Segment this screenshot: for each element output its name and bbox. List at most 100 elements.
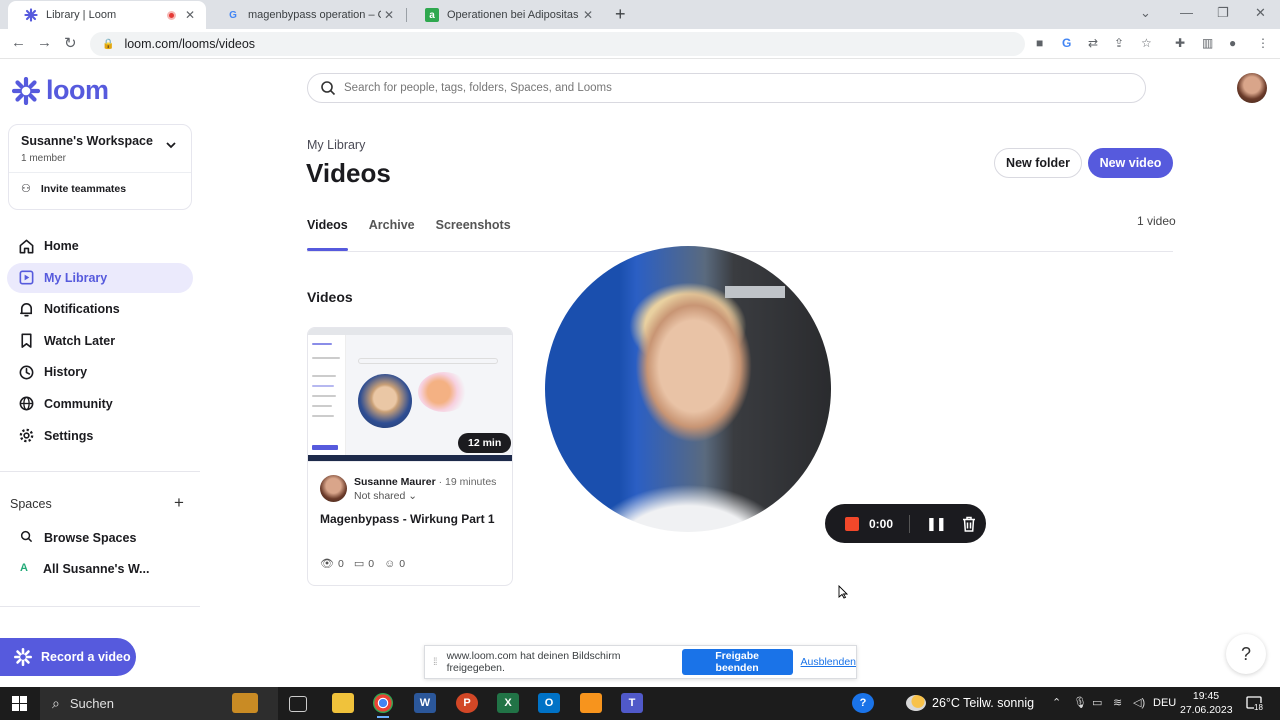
workspace-name: Susanne's Workspace	[21, 134, 153, 148]
space-avatar: A	[20, 562, 28, 574]
tab-archive[interactable]: Archive	[369, 218, 415, 251]
sidebar-item-browse-spaces[interactable]: Browse Spaces	[20, 530, 136, 546]
loom-favicon-icon	[24, 8, 38, 22]
translate-icon[interactable]: ⇄	[1088, 36, 1098, 50]
sidebar-item-my-library[interactable]: My Library	[7, 262, 193, 293]
wifi-icon[interactable]: ≋	[1113, 696, 1122, 709]
search-bar[interactable]	[307, 73, 1146, 103]
sidebar-item-watch-later[interactable]: Watch Later	[7, 326, 193, 356]
browser-tab-adipositas[interactable]: a Operationen bei Adipositas (kran ✕	[409, 1, 604, 29]
file-explorer-icon[interactable]	[332, 693, 354, 713]
side-panel-icon[interactable]: ▥	[1202, 36, 1213, 50]
video-title[interactable]: Magenbypass - Wirkung Part 1	[320, 512, 495, 526]
tabs-divider	[307, 251, 1173, 252]
tray-expand-icon[interactable]: ⌃	[1052, 696, 1061, 709]
excel-icon[interactable]: X	[497, 693, 519, 713]
camera-bubble[interactable]	[545, 246, 831, 532]
search-input[interactable]	[344, 82, 1104, 94]
windows-start-icon[interactable]	[12, 696, 27, 711]
briefcase-icon[interactable]	[232, 693, 258, 713]
control-separator	[909, 514, 910, 533]
share-icon[interactable]: ⇪	[1114, 36, 1124, 50]
tab-search-icon[interactable]: ⌄	[1140, 5, 1151, 21]
taskbar-clock[interactable]: 19:45 27.06.2023	[1180, 689, 1233, 717]
speaker-icon[interactable]: ◁)	[1133, 696, 1145, 709]
stop-recording-button[interactable]	[845, 516, 859, 531]
chrome-icon[interactable]	[373, 693, 393, 718]
language-indicator[interactable]: DEU	[1153, 697, 1176, 709]
sidebar-item-home[interactable]: Home	[7, 231, 193, 261]
tab-close-icon[interactable]: ✕	[182, 8, 198, 22]
loom-logo[interactable]: loom	[12, 75, 109, 106]
sidebar-item-all-workspace[interactable]: A All Susanne's W...	[20, 562, 149, 576]
sidebar-item-notifications[interactable]: Notifications	[7, 294, 193, 324]
teams-icon[interactable]: T	[621, 693, 643, 713]
clock-date: 27.06.2023	[1180, 704, 1233, 716]
camera-icon[interactable]: ■	[1036, 36, 1043, 50]
powerpoint-icon[interactable]: P	[456, 693, 478, 713]
stop-sharing-button[interactable]: Freigabe beenden	[681, 649, 793, 675]
tab-videos[interactable]: Videos	[307, 218, 348, 251]
chevron-down-icon[interactable]	[165, 139, 177, 151]
battery-icon[interactable]: ▭	[1092, 696, 1102, 709]
camera-background-shelf	[725, 286, 785, 298]
microphone-icon[interactable]: 🎙	[1073, 696, 1087, 709]
notification-center-icon[interactable]: 18	[1245, 694, 1263, 712]
invite-teammates-link[interactable]: ⚇ Invite teammates	[21, 182, 127, 196]
tab-close-icon[interactable]: ✕	[580, 8, 596, 22]
profile-icon[interactable]: ●	[1229, 36, 1236, 50]
new-tab-icon[interactable]: +	[615, 4, 626, 25]
minimize-icon[interactable]: —	[1180, 5, 1193, 20]
browser-tab-bar: Library | Loom ✕ G magenbypass operation…	[0, 0, 1280, 29]
menu-icon[interactable]: ⋮	[1257, 36, 1269, 50]
sidebar-item-history[interactable]: History	[7, 357, 193, 387]
forward-icon[interactable]: →	[37, 34, 52, 51]
add-space-icon[interactable]: +	[174, 493, 184, 513]
extensions-icon[interactable]: ✚	[1175, 36, 1185, 50]
workspace-switcher[interactable]: Susanne's Workspace 1 member ⚇ Invite te…	[8, 124, 192, 210]
drag-handle-icon[interactable]: ⁞⁞	[433, 657, 437, 668]
thumbnail-illustration	[418, 372, 470, 412]
pause-icon[interactable]: ❚❚	[926, 516, 947, 532]
tab-screenshots[interactable]: Screenshots	[436, 218, 511, 251]
sharing-dropdown[interactable]: Not shared ⌄	[354, 490, 417, 502]
record-video-button[interactable]: Record a video	[0, 638, 136, 676]
help-app-icon[interactable]: ?	[852, 693, 874, 713]
browser-tab-google[interactable]: G magenbypass operation – Googl ✕	[210, 1, 405, 29]
trash-icon[interactable]	[962, 516, 976, 532]
google-icon[interactable]: G	[1062, 36, 1071, 50]
sticky-app-icon[interactable]	[580, 693, 602, 713]
video-card[interactable]: 12 min Susanne Maurer · 19 minutes Not s…	[307, 327, 513, 586]
sidebar-item-settings[interactable]: Settings	[7, 421, 193, 451]
outlook-icon[interactable]: O	[538, 693, 560, 713]
thumbnail-line	[312, 375, 336, 377]
help-button[interactable]: ?	[1226, 634, 1266, 674]
maximize-icon[interactable]: ❐	[1217, 5, 1229, 21]
star-icon[interactable]: ☆	[1141, 36, 1152, 50]
video-thumbnail[interactable]: 12 min	[308, 328, 512, 462]
browser-tab-loom[interactable]: Library | Loom ✕	[8, 1, 206, 29]
chevron-down-icon: ⌄	[408, 490, 418, 502]
sidebar-item-community[interactable]: Community	[7, 389, 193, 419]
task-view-icon[interactable]	[289, 696, 307, 712]
address-bar[interactable]: 🔒 loom.com/looms/videos	[90, 32, 1025, 56]
reload-icon[interactable]: ↻	[64, 34, 77, 52]
new-video-button[interactable]: New video	[1088, 148, 1173, 178]
breadcrumb[interactable]: My Library	[307, 138, 365, 152]
thumbnail-line	[312, 395, 336, 397]
word-icon[interactable]: W	[414, 693, 436, 713]
smiley-icon: ☺	[384, 557, 396, 570]
taskbar-search[interactable]: ⌕ Suchen	[40, 687, 278, 720]
tab-title: Library | Loom	[46, 9, 117, 21]
search-icon: ⌕	[52, 695, 60, 711]
thumbnail-line	[312, 445, 338, 450]
taskbar-search-label: Suchen	[69, 696, 114, 711]
user-avatar[interactable]	[1237, 73, 1267, 103]
back-icon[interactable]: ←	[11, 34, 26, 51]
window-close-icon[interactable]: ✕	[1255, 5, 1266, 21]
new-folder-button[interactable]: New folder	[994, 148, 1082, 178]
invite-label: Invite teammates	[40, 182, 127, 195]
weather-widget[interactable]: 26°C Teilw. sonnig	[906, 695, 1034, 711]
tab-close-icon[interactable]: ✕	[381, 8, 397, 22]
hide-link[interactable]: Ausblenden	[801, 656, 856, 668]
